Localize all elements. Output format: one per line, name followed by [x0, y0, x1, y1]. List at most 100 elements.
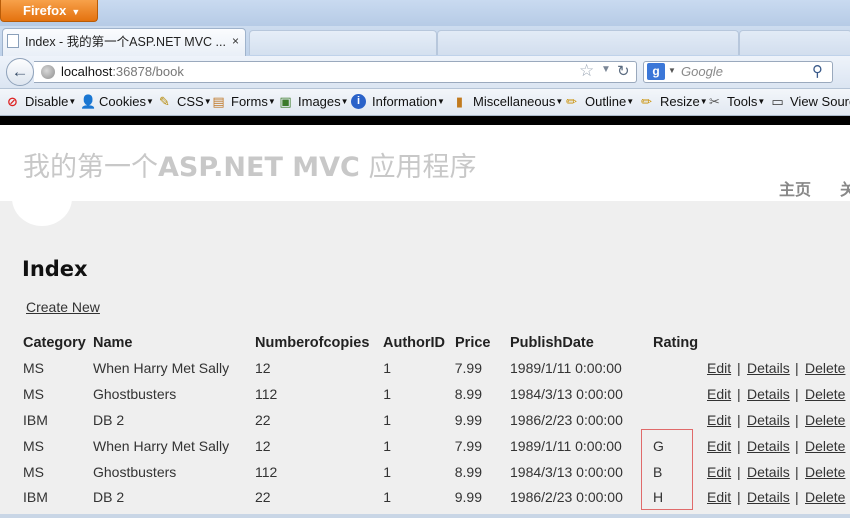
column-header-rating: Rating — [653, 335, 699, 351]
toolbar-cookies-label: Cookies — [99, 94, 146, 109]
edit-link[interactable]: Edit — [707, 412, 731, 428]
cell-name: DB 2 — [93, 489, 125, 505]
details-link[interactable]: Details — [747, 386, 790, 402]
tab-index[interactable]: Index - 我的第一个ASP.NET MVC ... — [2, 28, 246, 56]
cell-authorid: 1 — [383, 386, 391, 402]
cookies-icon: 👤 — [80, 94, 97, 109]
bookmark-star-icon[interactable]: ☆ — [579, 61, 594, 81]
miscellaneous-icon: ▮ — [455, 94, 464, 109]
details-link[interactable]: Details — [747, 412, 790, 428]
edit-link[interactable]: Edit — [707, 438, 731, 454]
url-host: localhost — [61, 64, 113, 79]
firefox-menu-button[interactable]: Firefox ▼ — [0, 0, 98, 22]
google-engine-icon[interactable]: g — [647, 63, 665, 80]
site-identity-icon[interactable] — [41, 65, 55, 79]
reload-icon[interactable]: ↻ — [617, 62, 630, 80]
cell-authorid: 1 — [383, 464, 391, 480]
close-tab-icon[interactable]: × — [232, 34, 239, 48]
column-header-copies: Numberofcopies — [255, 335, 370, 351]
page-icon — [7, 34, 19, 48]
edit-link[interactable]: Edit — [707, 386, 731, 402]
action-separator: | — [737, 464, 741, 480]
cell-authorid: 1 — [383, 489, 391, 505]
toolbar-disable-label: Disable — [25, 94, 69, 109]
toolbar-tools[interactable]: Tools▼ — [727, 94, 765, 109]
page-title: Index — [22, 257, 88, 281]
toolbar-cookies[interactable]: Cookies▼ — [99, 94, 154, 109]
window-titlebar — [0, 0, 850, 26]
cell-publishdate: 1989/1/11 0:00:00 — [510, 438, 622, 454]
toolbar-resize-label: Resize — [660, 94, 700, 109]
delete-link[interactable]: Delete — [805, 360, 845, 376]
css-icon: ✎ — [159, 94, 170, 109]
cell-price: 7.99 — [454, 438, 482, 454]
details-link[interactable]: Details — [747, 438, 790, 454]
delete-link[interactable]: Delete — [805, 489, 845, 505]
cell-category: MS — [23, 464, 44, 480]
delete-link[interactable]: Delete — [805, 412, 845, 428]
cell-category: IBM — [23, 412, 48, 428]
cell-publishdate: 1986/2/23 0:00:00 — [510, 489, 623, 505]
toolbar-forms[interactable]: Forms▼ — [231, 94, 276, 109]
tab-blurred[interactable] — [249, 30, 437, 55]
toolbar-view-source[interactable]: View Sourc — [790, 94, 850, 109]
tab-blurred[interactable] — [739, 30, 850, 55]
cell-copies: 112 — [255, 464, 278, 480]
cell-copies: 12 — [255, 438, 271, 454]
cell-copies: 22 — [255, 489, 271, 505]
rating-highlight-box — [641, 429, 693, 510]
forms-icon: ▤ — [212, 94, 225, 109]
action-separator: | — [795, 386, 799, 402]
toolbar-information[interactable]: Information▼ — [372, 94, 445, 109]
tools-icon: ✂ — [709, 94, 720, 109]
toolbar-view-source-label: View Sourc — [790, 94, 850, 109]
site-title-part: 应用程序 — [359, 152, 477, 183]
cell-authorid: 1 — [383, 412, 391, 428]
delete-link[interactable]: Delete — [805, 386, 845, 402]
firefox-menu-label: Firefox — [23, 3, 67, 18]
toolbar-resize[interactable]: Resize▼ — [660, 94, 708, 109]
delete-link[interactable]: Delete — [805, 464, 845, 480]
toolbar-tools-label: Tools — [727, 94, 758, 109]
cell-authorid: 1 — [383, 360, 391, 376]
details-link[interactable]: Details — [747, 360, 790, 376]
view-source-icon: ▭ — [771, 94, 784, 109]
toolbar-disable[interactable]: Disable▼ — [25, 94, 76, 109]
toolbar-css[interactable]: CSS▼ — [177, 94, 212, 109]
edit-link[interactable]: Edit — [707, 489, 731, 505]
toolbar-images-label: Images — [298, 94, 341, 109]
details-link[interactable]: Details — [747, 489, 790, 505]
toolbar-outline-label: Outline — [585, 94, 627, 109]
resize-icon: ✏ — [641, 94, 652, 109]
back-button[interactable]: ← — [6, 58, 34, 86]
create-new-link[interactable]: Create New — [26, 299, 100, 315]
site-title-part: 我的第一个 — [23, 152, 158, 183]
url-path: :36878/book — [112, 64, 184, 79]
cell-name: When Harry Met Sally — [93, 360, 230, 376]
action-separator: | — [795, 412, 799, 428]
search-icon[interactable]: ⚲ — [812, 62, 823, 80]
toolbar-miscellaneous[interactable]: Miscellaneous▼ — [473, 94, 563, 109]
cell-publishdate: 1989/1/11 0:00:00 — [510, 360, 622, 376]
edit-link[interactable]: Edit — [707, 360, 731, 376]
search-engine-dropdown-icon[interactable]: ▼ — [668, 66, 676, 75]
url-dropdown-icon[interactable]: ▼ — [601, 64, 611, 75]
action-separator: | — [795, 438, 799, 454]
edit-link[interactable]: Edit — [707, 464, 731, 480]
toolbar-information-label: Information — [372, 94, 438, 109]
action-separator: | — [737, 438, 741, 454]
url-text[interactable]: localhost:36878/book — [61, 64, 184, 79]
action-separator: | — [737, 412, 741, 428]
tab-blurred[interactable] — [437, 30, 739, 55]
toolbar-outline[interactable]: Outline▼ — [585, 94, 634, 109]
menu-home-link[interactable]: 主页 — [779, 176, 811, 200]
action-separator: | — [737, 360, 741, 376]
menu-about-link[interactable]: 关 — [840, 176, 850, 200]
action-separator: | — [795, 360, 799, 376]
delete-link[interactable]: Delete — [805, 438, 845, 454]
search-input[interactable]: Google — [681, 64, 723, 79]
details-link[interactable]: Details — [747, 464, 790, 480]
toolbar-images[interactable]: Images▼ — [298, 94, 349, 109]
cell-price: 8.99 — [454, 386, 482, 402]
cell-publishdate: 1984/3/13 0:00:00 — [510, 464, 623, 480]
